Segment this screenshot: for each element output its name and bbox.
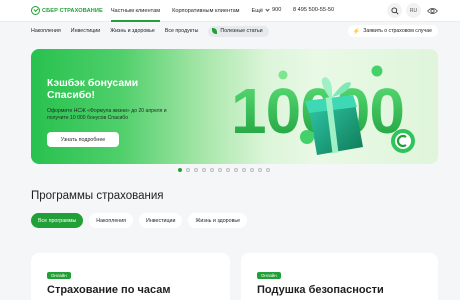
report-insurance-case-label: Заявить о страховом случае	[363, 28, 432, 34]
subnav-investments[interactable]: Инвестиции	[71, 28, 100, 34]
carousel-dot[interactable]	[202, 168, 206, 172]
card-title: Страхование по часам	[47, 284, 171, 296]
card-title: Подушка безопасности	[257, 284, 384, 296]
carousel-dots	[178, 168, 274, 172]
carousel-dot[interactable]	[266, 168, 270, 172]
carousel-dot[interactable]	[242, 168, 246, 172]
carousel-dot[interactable]	[226, 168, 230, 172]
nav-more-label: Ещё	[251, 7, 263, 14]
carousel-dot[interactable]	[250, 168, 254, 172]
nav-private-clients[interactable]: Частным клиентам	[110, 0, 161, 22]
banner-subtitle: Оформите НСЖ «Формула жизни» до 20 апрел…	[47, 108, 167, 121]
filter-investments[interactable]: Инвестиции	[139, 213, 183, 228]
program-filters: Все программы Накопления Инвестиции Жизн…	[31, 213, 253, 228]
nav-corporate-clients[interactable]: Корпоративным клиентам	[172, 0, 239, 22]
logo[interactable]: СБЕР СТРАХОВАНИЕ	[31, 6, 103, 15]
bonus-illustration: 10000	[231, 65, 415, 155]
top-header: СБЕР СТРАХОВАНИЕ Частным клиентам Корпор…	[0, 0, 460, 22]
subnav-savings[interactable]: Накопления	[31, 28, 61, 34]
learn-more-button[interactable]: Узнать подробнее	[47, 132, 119, 147]
chevron-down-icon	[265, 7, 270, 12]
filter-life-health[interactable]: Жизнь и здоровье	[188, 213, 248, 228]
online-badge: Онлайн	[257, 272, 281, 279]
small-coin-icon	[278, 70, 288, 80]
program-card[interactable]: Онлайн Страхование по часам	[31, 253, 230, 300]
carousel-dot[interactable]	[218, 168, 222, 172]
sber-logo-icon	[31, 6, 40, 15]
coin-icon	[391, 129, 415, 153]
carousel-dot[interactable]	[186, 168, 190, 172]
carousel-dot[interactable]	[194, 168, 198, 172]
small-coin-icon	[371, 65, 383, 77]
program-card[interactable]: Онлайн Подушка безопасности	[241, 253, 438, 300]
search-icon	[390, 6, 399, 15]
language-label: RU	[409, 7, 418, 14]
banner-title: Кэшбэк бонусами Спасибо!	[47, 78, 139, 101]
report-insurance-case-button[interactable]: ⚡ Заявить о страховом случае	[347, 25, 438, 37]
nav-more[interactable]: Ещё	[251, 0, 270, 22]
useful-articles-link[interactable]: Полезные статьи	[208, 25, 269, 37]
section-title: Программы страхования	[31, 190, 164, 202]
sub-navigation: Накопления Инвестиции Жизнь и здоровье В…	[31, 25, 438, 37]
subnav-all-products[interactable]: Все продукты	[165, 28, 199, 34]
eye-icon	[427, 7, 438, 14]
language-button[interactable]: RU	[406, 3, 421, 18]
short-number[interactable]: 900	[272, 7, 281, 13]
phone-number[interactable]: 8 495 500-55-50	[293, 7, 334, 13]
filter-savings[interactable]: Накопления	[89, 213, 134, 228]
logo-text: СБЕР СТРАХОВАНИЕ	[42, 7, 103, 14]
accessibility-button[interactable]	[425, 3, 440, 18]
search-button[interactable]	[387, 3, 402, 18]
carousel-dot[interactable]	[258, 168, 262, 172]
leaf-icon	[212, 28, 218, 34]
online-badge: Онлайн	[47, 272, 71, 279]
carousel-dot[interactable]	[178, 168, 182, 172]
carousel-dot[interactable]	[210, 168, 214, 172]
subnav-life-health[interactable]: Жизнь и здоровье	[110, 28, 155, 34]
useful-articles-label: Полезные статьи	[220, 28, 263, 34]
lightning-icon: ⚡	[352, 28, 361, 35]
promo-banner[interactable]: Кэшбэк бонусами Спасибо! Оформите НСЖ «Ф…	[31, 49, 438, 164]
small-coin-icon	[300, 130, 314, 144]
filter-all-programs[interactable]: Все программы	[31, 213, 84, 228]
header-nav: Частным клиентам Корпоративным клиентам …	[110, 0, 281, 22]
carousel-dot[interactable]	[234, 168, 238, 172]
